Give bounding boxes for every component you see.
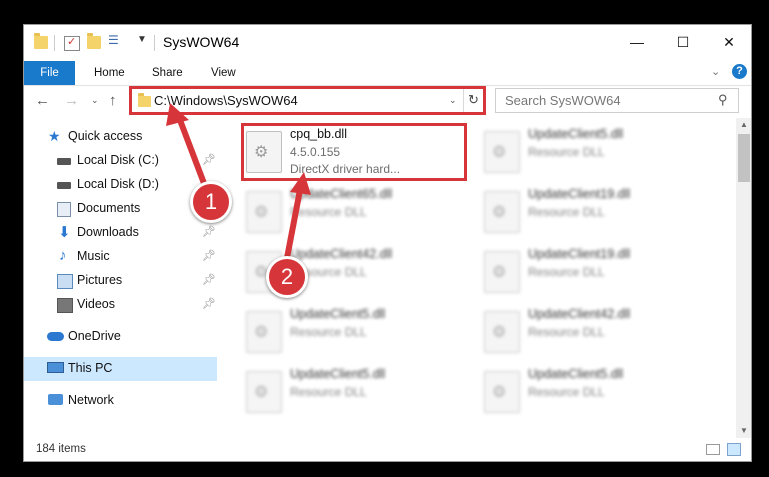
annotation-arrows [166,103,311,259]
arrow-2-line [284,189,303,259]
arrow-2-head [290,172,311,195]
arrow-1-head [166,103,189,126]
arrow-1-line [177,118,208,188]
callout-badge-2: 2 [266,256,308,298]
callout-badge-1: 1 [190,181,232,223]
